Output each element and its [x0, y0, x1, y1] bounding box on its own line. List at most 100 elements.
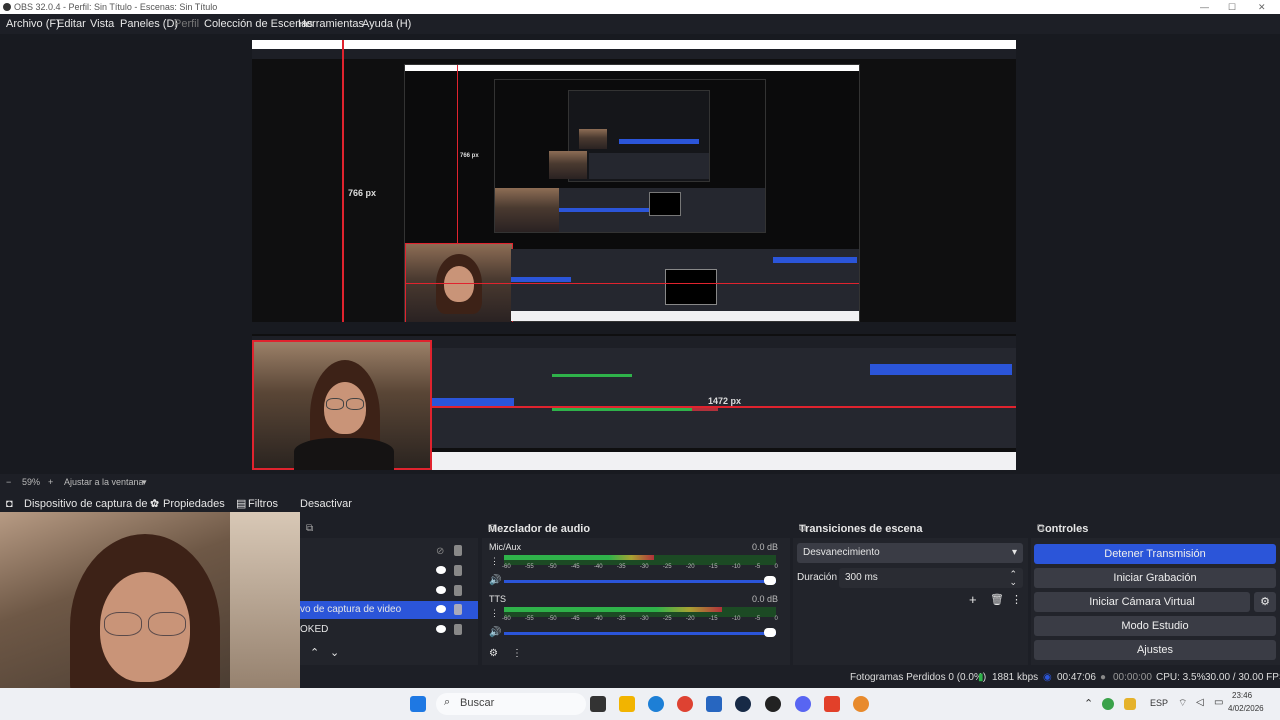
chevron-down-icon[interactable]: ▾	[142, 474, 147, 490]
dock-popout-icon[interactable]: ⧉	[799, 520, 1024, 538]
preview-webcam-source[interactable]	[252, 340, 432, 470]
clock-time[interactable]: 23:46	[1232, 691, 1252, 700]
kebab-menu-icon[interactable]: ⋮	[1011, 593, 1022, 606]
filters-button[interactable]: Filtros	[248, 494, 278, 514]
battery-icon[interactable]: ▭	[1214, 697, 1223, 708]
virtual-camera-settings-gear-icon[interactable]: ⚙	[1254, 592, 1276, 612]
mixer-settings-icon[interactable]: ⚙	[489, 648, 498, 659]
brave-icon[interactable]	[824, 696, 840, 712]
filter-icon: ▤	[236, 498, 247, 510]
tray-icon[interactable]	[1102, 698, 1114, 710]
app-icon[interactable]	[853, 696, 869, 712]
track-name: Mic/Aux	[489, 542, 522, 552]
studio-mode-button[interactable]: Modo Estudio	[1034, 616, 1276, 636]
menu-editar[interactable]: Editar	[57, 14, 86, 34]
lock-icon[interactable]	[454, 545, 462, 556]
track-db: 0.0 dB	[752, 542, 779, 552]
nested-taskbar	[432, 452, 1016, 470]
stop-streaming-button[interactable]: Detener Transmisión	[1034, 544, 1276, 564]
deactivate-button[interactable]: Desactivar	[300, 494, 352, 514]
volume-handle[interactable]	[764, 576, 776, 585]
move-up-icon[interactable]: ⌃	[310, 646, 319, 659]
tray-icon[interactable]	[1124, 698, 1136, 710]
duration-input[interactable]: 300 ms ⌃ ⌄	[839, 568, 1023, 588]
duration-label: Duración	[797, 572, 838, 583]
menu-coleccion-escenas[interactable]: Colección de Escenas	[204, 14, 313, 34]
eye-icon[interactable]	[436, 605, 446, 613]
menu-ayuda[interactable]: Ayuda (H)	[362, 14, 411, 34]
transition-select[interactable]: Desvanecimiento ▾	[797, 543, 1023, 563]
properties-button[interactable]: Propiedades	[163, 494, 225, 514]
menu-vista[interactable]: Vista	[90, 14, 114, 34]
dock-popout-icon[interactable]: ⧉	[488, 520, 786, 538]
windows-start-icon[interactable]	[410, 696, 426, 712]
signal-icon: ▮	[978, 672, 984, 683]
close-button[interactable]: ✕	[1258, 0, 1266, 14]
scene-transitions-dock: Transiciones de escena ⧉ Desvanecimiento …	[793, 520, 1028, 665]
source-toolbar: ◘ Dispositivo de captura de v ✿ Propieda…	[0, 494, 1280, 514]
clock-date[interactable]: 4/02/2026	[1228, 704, 1264, 713]
source-row[interactable]	[300, 582, 478, 600]
obs-logo-icon	[3, 3, 11, 11]
menu-herramientas[interactable]: Herramientas	[298, 14, 364, 34]
speaker-icon[interactable]: 🔊	[489, 575, 501, 586]
menu-paneles[interactable]: Paneles (D)	[120, 14, 178, 34]
preview-canvas[interactable]: 766 px 766 px 1472 px	[252, 40, 1016, 470]
stream-time: 00:47:06	[1057, 672, 1096, 683]
chevron-up-icon[interactable]: ⌃	[1084, 697, 1093, 710]
lock-icon[interactable]	[454, 624, 462, 635]
start-virtual-camera-button[interactable]: Iniciar Cámara Virtual	[1034, 592, 1250, 612]
volume-handle[interactable]	[764, 628, 776, 637]
fit-window-label[interactable]: Ajustar a la ventana	[64, 474, 144, 490]
dropped-frames: Fotogramas Perdidos 0 (0.0%)	[850, 672, 987, 683]
measure-line-vertical	[342, 40, 344, 330]
eye-icon[interactable]	[436, 625, 446, 633]
speaker-icon[interactable]: 🔊	[489, 627, 501, 638]
volume-icon[interactable]: ◁	[1196, 697, 1204, 708]
obs-icon[interactable]	[765, 696, 781, 712]
nested-title-bar	[252, 40, 1016, 49]
source-row[interactable]	[300, 562, 478, 580]
eye-icon[interactable]	[436, 566, 446, 574]
eye-icon[interactable]	[436, 586, 446, 594]
add-icon[interactable]: +	[969, 592, 977, 607]
store-icon[interactable]	[706, 696, 722, 712]
start-recording-button[interactable]: Iniciar Grabación	[1034, 568, 1276, 588]
folder-icon[interactable]	[619, 696, 635, 712]
record-time: 00:00:00	[1113, 672, 1152, 683]
chrome-icon[interactable]	[677, 696, 693, 712]
eye-off-icon[interactable]: ⊘	[436, 543, 446, 557]
move-down-icon[interactable]: ⌄	[330, 646, 339, 659]
menu-archivo[interactable]: Archivo (F)	[6, 14, 60, 34]
kebab-menu-icon[interactable]: ⋮	[512, 648, 522, 659]
discord-icon[interactable]	[795, 696, 811, 712]
edge-icon[interactable]	[648, 696, 664, 712]
app-icon[interactable]	[590, 696, 606, 712]
minimize-button[interactable]: —	[1200, 0, 1209, 14]
steam-icon[interactable]	[735, 696, 751, 712]
volume-slider[interactable]	[504, 580, 776, 583]
taskbar-search[interactable]: ⌕ Buscar	[436, 693, 586, 715]
kebab-menu-icon[interactable]: ⋮	[490, 556, 499, 567]
menu-perfil[interactable]: Perfil	[174, 14, 199, 34]
source-row[interactable]: OKED	[300, 621, 478, 639]
source-label: OKED	[300, 624, 329, 635]
language-indicator[interactable]: ESP	[1150, 698, 1168, 708]
source-row-selected[interactable]: vo de captura de video	[300, 601, 478, 619]
maximize-button[interactable]: ☐	[1228, 0, 1236, 14]
settings-button[interactable]: Ajustes	[1034, 640, 1276, 660]
trash-icon[interactable]: 🗑	[990, 593, 1004, 606]
search-icon: ⌕	[444, 696, 451, 708]
wifi-icon[interactable]: ⌔	[1178, 697, 1187, 710]
lock-icon[interactable]	[454, 604, 462, 615]
zoom-out-button[interactable]: −	[6, 474, 11, 490]
zoom-in-button[interactable]: +	[48, 474, 53, 490]
lock-icon[interactable]	[454, 565, 462, 576]
volume-slider[interactable]	[504, 632, 776, 635]
source-row-hidden[interactable]: ⊘	[300, 542, 478, 560]
kebab-menu-icon[interactable]: ⋮	[490, 608, 499, 619]
lock-icon[interactable]	[454, 585, 462, 596]
stepper-down-icon[interactable]: ⌄	[1009, 572, 1017, 592]
dock-popout-icon[interactable]: ⧉	[1037, 520, 1276, 538]
dock-popout-icon[interactable]: ⧉	[306, 520, 474, 538]
